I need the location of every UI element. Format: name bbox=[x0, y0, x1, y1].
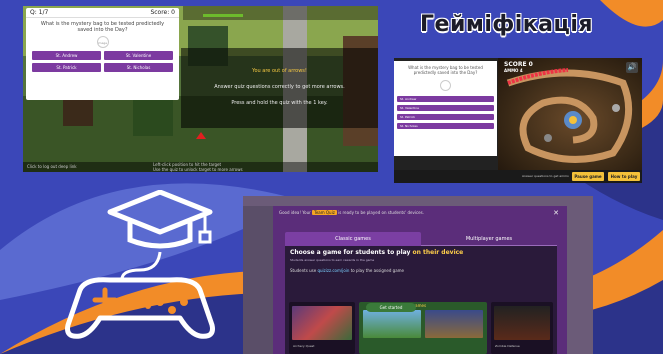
answer-option-2[interactable]: St. Valentine bbox=[104, 51, 173, 60]
panel-subtitle: Students answer questions to earn reward… bbox=[290, 258, 375, 262]
overlay-line-1: Answer quiz questions correctly to get m… bbox=[214, 84, 345, 90]
bottom-hint-bar: Click to log out deep link Left-click po… bbox=[23, 162, 378, 172]
quiz-header: Q: 1/7 Score: 0 bbox=[26, 8, 179, 18]
game-screenshot-archery: Q: 1/7 Score: 0 What is the mystery bag … bbox=[23, 6, 378, 172]
overlay-title: You are out of arrows! bbox=[252, 68, 307, 74]
quiz-name-badge: Team Quiz bbox=[312, 210, 337, 215]
tab-multiplayer-games[interactable]: Multiplayer games bbox=[421, 232, 557, 246]
health-bar bbox=[203, 14, 243, 17]
question-image-icon-2 bbox=[440, 80, 451, 91]
answer-option-4[interactable]: St. Nicholas bbox=[397, 123, 494, 129]
answer-option-4[interactable]: St. Nicholas bbox=[104, 63, 173, 72]
question-text-2: What is the mystery bag to be tested pre… bbox=[408, 65, 483, 75]
game-tabs: Classic games Multiplayer games bbox=[285, 232, 557, 246]
footer-hint: Answer questions to get ammo bbox=[522, 174, 569, 178]
game-card-zombie[interactable]: Zombie Defense bbox=[491, 302, 553, 354]
games-panel: Choose a game for students to play on th… bbox=[285, 246, 557, 354]
spiral-track bbox=[506, 68, 633, 163]
modal-top-text: Good idea! Your Team Quiz is ready to be… bbox=[273, 206, 567, 226]
game-thumbnail bbox=[363, 310, 421, 338]
game-caption: Zombie Defense bbox=[495, 344, 520, 348]
bottom-mid-hint-2: Use the quiz to unlock target to more ar… bbox=[153, 167, 243, 172]
ammo-counter: AMMO 4 bbox=[504, 68, 523, 73]
background-sidebar bbox=[243, 206, 273, 354]
game-board[interactable] bbox=[498, 58, 642, 170]
game-screenshot-zuma: What is the mystery bag to be tested pre… bbox=[394, 58, 642, 183]
join-text-post: to play the assigned game bbox=[350, 268, 405, 273]
game-select-modal: Good idea! Your Team Quiz is ready to be… bbox=[273, 206, 567, 354]
join-instructions: Students use quizizz.com/join to play th… bbox=[290, 268, 404, 273]
target-marker-icon bbox=[196, 132, 206, 139]
top-text-post: is ready to be played on students' devic… bbox=[338, 210, 424, 215]
game-thumbnail bbox=[292, 306, 352, 340]
score-counter: SCORE 0 bbox=[504, 61, 533, 68]
question-text: What is the mystery bag to be tested pre… bbox=[40, 21, 165, 33]
speaker-icon[interactable]: 🔊 bbox=[626, 62, 638, 73]
bottom-left-hint[interactable]: Click to log out deep link bbox=[27, 164, 77, 169]
out-of-arrows-overlay: You are out of arrows! Answer quiz quest… bbox=[181, 48, 378, 128]
answer-option-3[interactable]: St. Patrick bbox=[32, 63, 101, 72]
game-caption: Archery Quest bbox=[293, 344, 315, 348]
join-link[interactable]: quizizz.com/join bbox=[317, 268, 349, 273]
game-thumbnail bbox=[425, 310, 483, 338]
quiz-panel: Q: 1/7 Score: 0 What is the mystery bag … bbox=[26, 8, 179, 100]
answer-grid: St. Andrew St. Valentine St. Patrick St.… bbox=[26, 51, 179, 72]
tab-classic-games[interactable]: Classic games bbox=[285, 232, 421, 246]
heading-text: Choose a game for students to play bbox=[290, 249, 411, 256]
get-started-button[interactable]: Get started bbox=[366, 303, 416, 312]
top-text-pre: Good idea! Your bbox=[279, 210, 311, 215]
game-thumbnail bbox=[494, 306, 550, 340]
pause-game-button[interactable]: Pause game bbox=[572, 172, 604, 181]
game-footer: Answer questions to get ammo Pause game … bbox=[394, 170, 642, 183]
score-label: Score: 0 bbox=[150, 9, 175, 16]
game-card-archery[interactable]: Archery Quest bbox=[289, 302, 355, 354]
answer-list: St. Andrew St. Valentine St. Patrick St.… bbox=[394, 96, 497, 129]
answer-option-1[interactable]: St. Andrew bbox=[397, 96, 494, 102]
game-selection-screenshot: Good idea! Your Team Quiz is ready to be… bbox=[243, 196, 593, 354]
how-to-play-button[interactable]: How to play bbox=[608, 172, 640, 181]
overlay-line-2: Press and hold the quiz with the 1 key. bbox=[231, 100, 328, 106]
gamepad-graduation-icon bbox=[65, 190, 215, 339]
answer-option-1[interactable]: St. Andrew bbox=[32, 51, 101, 60]
answer-option-2[interactable]: St. Valentine bbox=[397, 105, 494, 111]
game-hud-bar bbox=[183, 6, 378, 20]
panel-heading: Choose a game for students to play on th… bbox=[290, 249, 463, 256]
answer-option-3[interactable]: St. Patrick bbox=[397, 114, 494, 120]
join-text-pre: Students use bbox=[290, 268, 317, 273]
close-icon[interactable]: ✕ bbox=[553, 209, 559, 217]
heading-highlight: on their device bbox=[412, 249, 464, 256]
question-image-icon: image bbox=[96, 36, 109, 48]
quiz-panel-2: What is the mystery bag to be tested pre… bbox=[394, 61, 497, 156]
page-title: Гейміфікація bbox=[420, 12, 593, 37]
question-counter: Q: 1/7 bbox=[30, 9, 49, 16]
